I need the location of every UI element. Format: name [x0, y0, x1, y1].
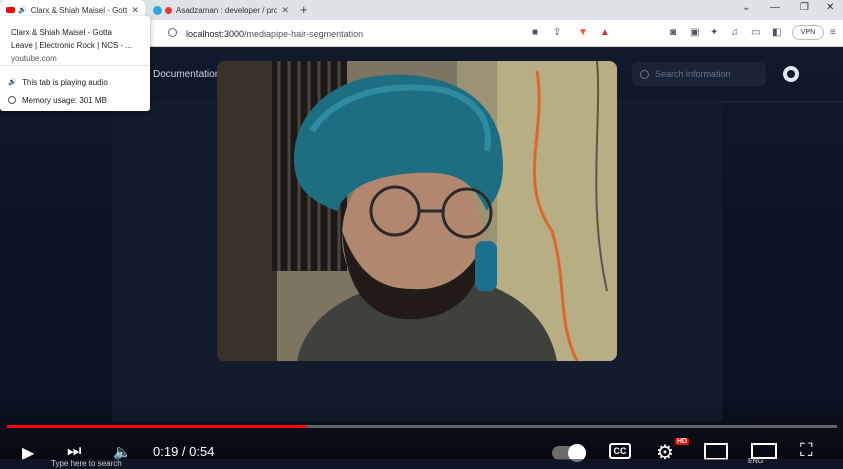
share-icon[interactable]: ⇪ [553, 27, 561, 38]
hover-title-line1: Clarx & Shiah Maisel - Gotta [11, 28, 112, 37]
speaker-icon: 🔊 [8, 79, 17, 86]
vpn-button[interactable]: VPN [792, 25, 824, 40]
search-icon [640, 69, 649, 79]
memory-icon [8, 96, 16, 104]
new-tab-button[interactable]: + [300, 2, 308, 17]
brave-shield-icon[interactable]: ▼ [578, 27, 588, 38]
sidebar-icon[interactable]: ▭ [751, 27, 760, 38]
progress-bar-played [7, 425, 306, 428]
search-input[interactable]: Search information [632, 62, 766, 86]
tab-search-icon[interactable]: ⌄ [742, 2, 750, 13]
camera-icon[interactable]: ■ [532, 27, 538, 38]
taskbar-search[interactable]: Type here to search [35, 459, 140, 469]
record-icon [165, 6, 172, 14]
fullscreen-button[interactable]: ⛶ [800, 440, 813, 461]
search-placeholder: Search information [655, 69, 731, 79]
music-icon[interactable]: ♫ [731, 27, 739, 38]
url-host: localhost:3000 [186, 28, 245, 39]
hover-domain: youtube.com [11, 54, 57, 63]
time-display: 0:19 / 0:54 [153, 444, 215, 459]
tab-hover-card: Clarx & Shiah Maisel - Gotta Leave | Ele… [0, 16, 150, 111]
autoplay-toggle[interactable] [552, 444, 586, 462]
miniplayer-button[interactable] [704, 443, 728, 460]
wallet-icon[interactable]: ◧ [772, 27, 781, 38]
extension-icon[interactable]: ▣ [690, 27, 699, 38]
hover-title-line2: Leave | Electronic Rock | NCS - ... [11, 41, 133, 50]
tab-title: Clarx & Shiah Maisel - Gotta [30, 5, 128, 15]
webcam-frame [217, 61, 617, 361]
brave-rewards-icon[interactable]: ▲ [600, 27, 610, 38]
maximize-button[interactable]: ❐ [800, 2, 809, 13]
speaker-icon[interactable]: 🔊 [18, 6, 27, 14]
webcam-video [217, 61, 617, 361]
tab-title: Asadzaman : developer / pro [176, 5, 278, 15]
close-icon[interactable]: ✕ [281, 5, 289, 16]
app-icon [153, 5, 162, 15]
youtube-icon [6, 7, 15, 13]
hd-badge: HD [675, 438, 690, 445]
nav-documentation-link[interactable]: Documentation [153, 69, 220, 80]
language-indicator: ENG [748, 458, 764, 465]
github-icon[interactable] [783, 66, 799, 82]
tab-asadzaman[interactable]: Asadzaman : developer / pro ✕ [147, 0, 295, 20]
close-window-button[interactable]: ✕ [826, 2, 834, 13]
menu-icon[interactable]: ≡ [830, 27, 836, 38]
close-icon[interactable]: ✕ [131, 5, 139, 16]
hover-audio-status: This tab is playing audio [22, 78, 108, 87]
captions-button[interactable]: CC [609, 443, 631, 459]
theater-mode-button[interactable] [751, 443, 777, 459]
screenshot-icon[interactable]: ◙ [670, 27, 676, 38]
hover-memory-usage: Memory usage: 301 MB [22, 96, 107, 105]
divider [0, 65, 150, 66]
vpn-label: VPN [800, 29, 816, 36]
url-path: /mediapipe-hair-segmentation [244, 28, 364, 39]
puzzle-icon[interactable]: ✦ [710, 27, 718, 38]
minimize-button[interactable]: — [770, 2, 780, 13]
